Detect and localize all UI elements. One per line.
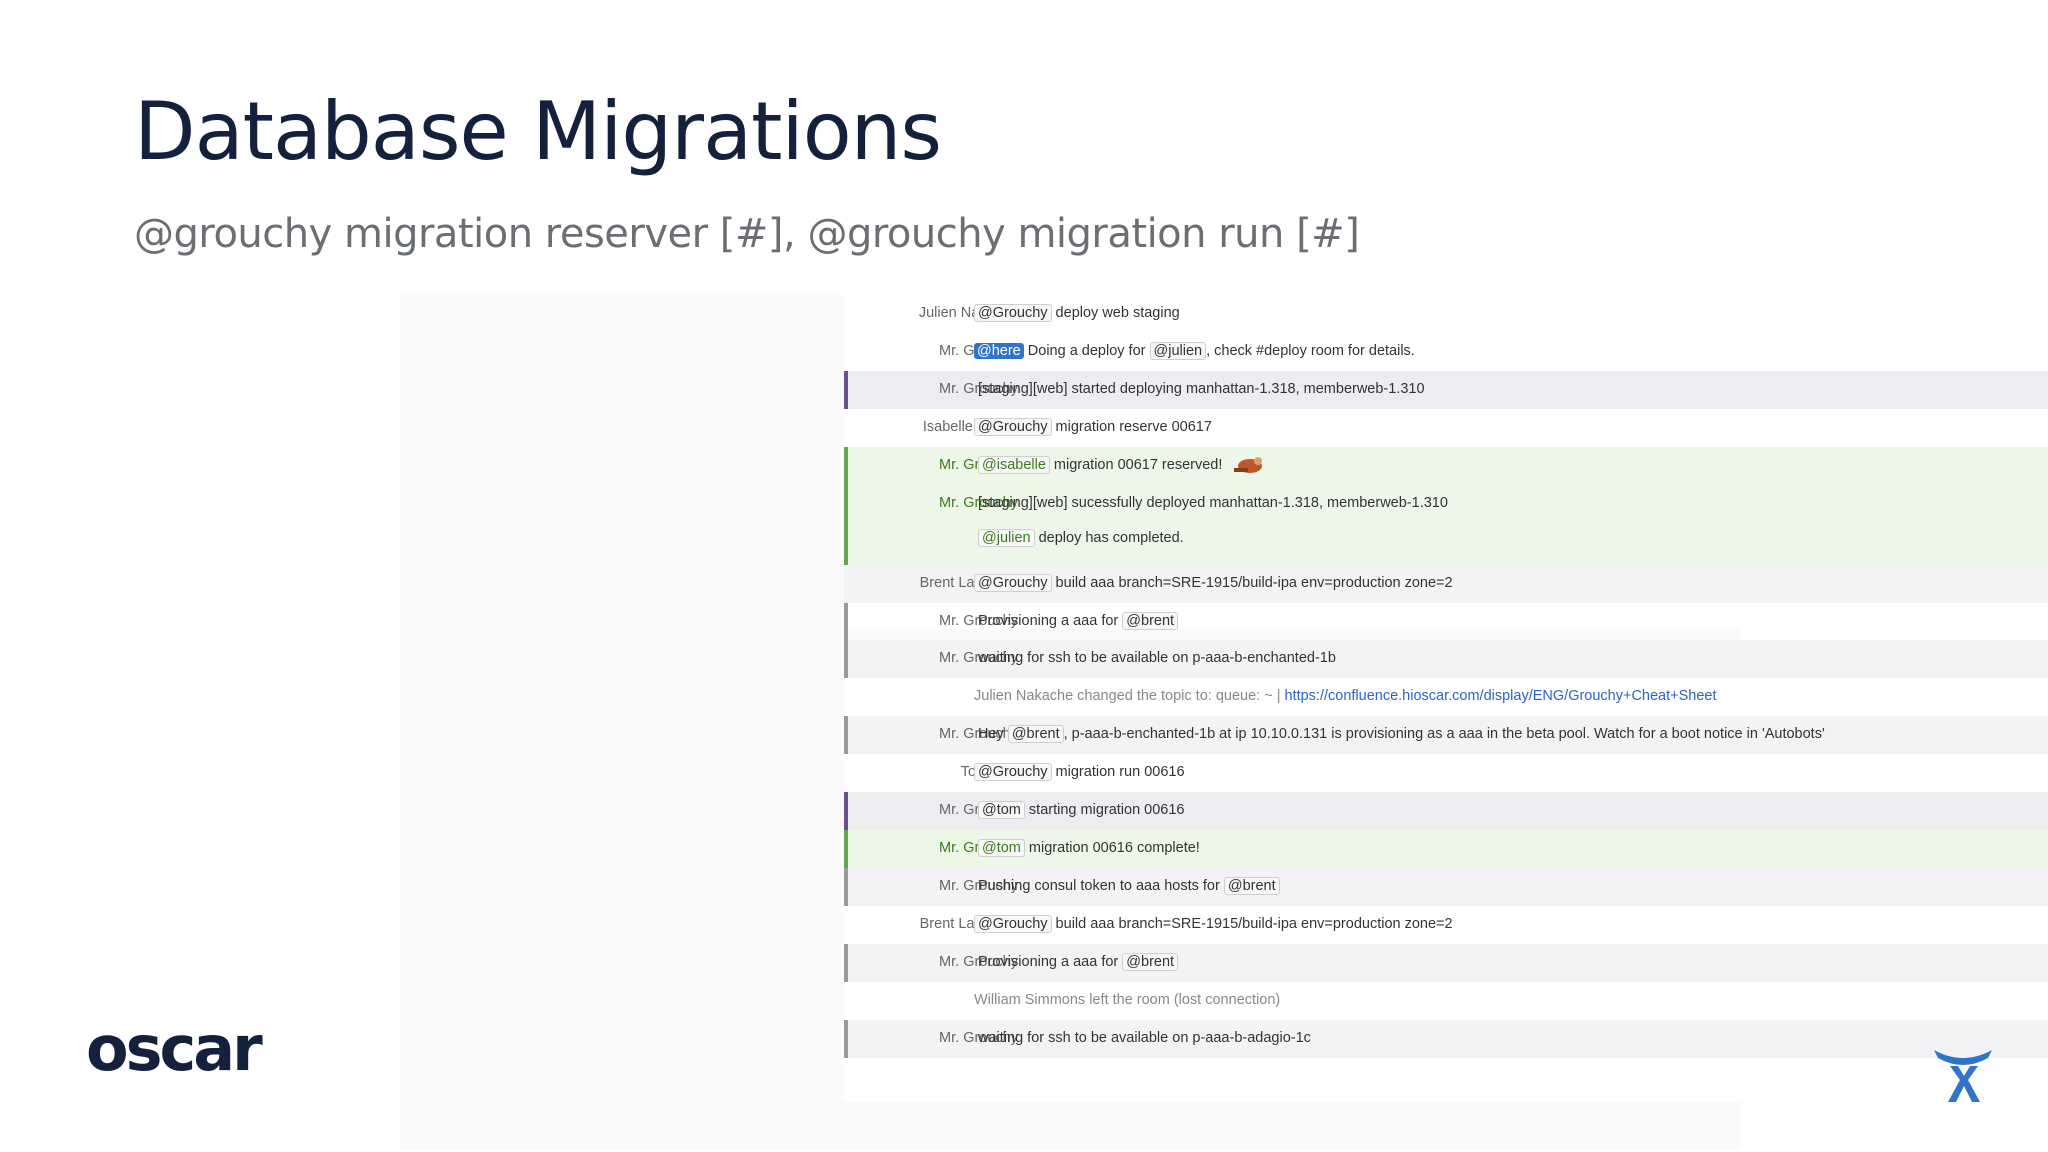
system-message-text: William Simmons left the room (lost conn… xyxy=(974,992,1281,1008)
message-body: waiting for ssh to be available on p-aaa… xyxy=(978,647,1336,669)
chat-message: Mr. Grouchy waiting for ssh to be availab… xyxy=(844,640,2048,678)
message-body: Provisioning a aaa for @brent xyxy=(978,951,1179,973)
atlassian-logo-icon xyxy=(1934,1050,1992,1102)
message-text: migration 00617 reserved! xyxy=(1049,457,1223,473)
oscar-logo: oscar xyxy=(86,1012,263,1085)
message-body: [staging][web] sucessfully deployed manh… xyxy=(978,492,1448,514)
message-text: , p-aaa-b-enchanted-1b at ip 10.10.0.131… xyxy=(1063,726,1825,742)
slide-subtitle: @grouchy migration reserver [#], @grouch… xyxy=(134,211,1360,257)
mention-tag[interactable]: @Grouchy xyxy=(974,915,1052,933)
message-body: @Grouchy migration reserve 00617 xyxy=(974,416,1212,438)
chat-message: Mr. Grouchy [staging][web] sucessfully de… xyxy=(844,485,2048,565)
message-body: Provisioning a aaa for @brent xyxy=(978,610,1179,632)
mention-tag[interactable]: @julien xyxy=(978,529,1035,547)
chat-message: Julien Nakache @Grouchy deploy web stagin… xyxy=(844,295,2048,333)
message-text: waiting for ssh to be available on p-aaa… xyxy=(978,650,1336,666)
message-body: @Grouchy build aaa branch=SRE-1915/build… xyxy=(974,913,1453,935)
chat-message: Mr. Grouchy waiting for ssh to be availab… xyxy=(844,1020,2048,1058)
message-body: waiting for ssh to be available on p-aaa… xyxy=(978,1027,1311,1049)
message-text: Pushing consul token to aaa hosts for xyxy=(978,878,1224,894)
mention-tag[interactable]: @brent xyxy=(1122,612,1179,630)
message-body: @here Doing a deploy for @julien, check … xyxy=(974,340,1415,362)
message-body: @Grouchy build aaa branch=SRE-1915/build… xyxy=(974,572,1453,594)
chat-message: Julien Nakache changed the topic to: que… xyxy=(844,678,2048,716)
message-text: deploy has completed. xyxy=(1034,530,1184,546)
message-body: [staging][web] started deploying manhatt… xyxy=(978,378,1425,400)
chat-message: Mr. Grouchy Pushing consul token to aaa h… xyxy=(844,868,2048,906)
message-body: Hey @brent, p-aaa-b-enchanted-1b at ip 1… xyxy=(978,723,1825,745)
message-text: migration 00616 complete! xyxy=(1024,840,1200,856)
chat-message: Mr. Grouchy [staging][web] started deploy… xyxy=(844,371,2048,409)
message-body: @tom starting migration 00616 xyxy=(978,799,1185,821)
mention-tag[interactable]: @Grouchy xyxy=(974,574,1052,592)
mention-tag[interactable]: @Grouchy xyxy=(974,304,1052,322)
message-text: Doing a deploy for xyxy=(1023,343,1150,359)
chat-message: Isabelle Pela... @Grouchy migration reser… xyxy=(844,409,2048,447)
message-body: Julien Nakache changed the topic to: que… xyxy=(974,685,1717,707)
mention-tag[interactable]: @brent xyxy=(1223,877,1280,895)
chat-message: Brent Langston @Grouchy build aaa branch=… xyxy=(844,906,2048,944)
chat-message: Mr. Grouchy@isabelle migration 00617 res… xyxy=(844,447,2048,485)
message-body: @tom migration 00616 complete! xyxy=(978,837,1200,859)
message-body: Pushing consul token to aaa hosts for @b… xyxy=(978,875,1280,897)
mention-tag[interactable]: @isabelle xyxy=(978,456,1050,474)
chat-message: Mr. Grouchy@tom starting migration 00616… xyxy=(844,792,2048,830)
mention-tag[interactable]: @brent xyxy=(1007,725,1064,743)
chat-message: Mr. Grouchy Provisioning a aaa for @brent… xyxy=(844,603,2048,641)
message-body: @Grouchy migration run 00616 xyxy=(974,761,1185,783)
message-text: [staging][web] sucessfully deployed manh… xyxy=(978,495,1448,511)
mention-tag[interactable]: @julien xyxy=(1149,342,1207,360)
chat-message: William Simmons left the room (lost conn… xyxy=(844,982,2048,1020)
message-body: @Grouchy deploy web staging xyxy=(974,302,1180,324)
chat-message: Mr. Grouchy Hey @brent, p-aaa-b-enchanted… xyxy=(844,716,2048,754)
message-text: waiting for ssh to be available on p-aaa… xyxy=(978,1030,1311,1046)
grouchy-emoji-icon xyxy=(1234,457,1263,474)
message-text: [staging][web] started deploying manhatt… xyxy=(978,381,1425,397)
message-text: build aaa branch=SRE-1915/build-ipa env=… xyxy=(1051,575,1453,591)
message-body: @isabelle migration 00617 reserved! xyxy=(978,454,1268,476)
message-text: deploy web staging xyxy=(1051,305,1180,321)
system-message-text: Julien Nakache changed the topic to: que… xyxy=(974,688,1285,704)
message-text: Provisioning a aaa for xyxy=(978,613,1123,629)
message-text: migration reserve 00617 xyxy=(1051,419,1212,435)
chat-message: Tom Kho@Grouchy migration run 006164:55 … xyxy=(844,754,2048,792)
message-text: , check #deploy room for details. xyxy=(1206,343,1415,359)
chat-screenshot: Julien Nakache @Grouchy deploy web stagin… xyxy=(400,295,2048,1150)
chat-message: Brent Langston @Grouchy build aaa branch=… xyxy=(844,565,2048,603)
mention-tag[interactable]: @Grouchy xyxy=(974,418,1052,436)
chat-message: Mr. Grouchy@tom migration 00616 complete… xyxy=(844,830,2048,868)
message-text: build aaa branch=SRE-1915/build-ipa env=… xyxy=(1051,916,1453,932)
mention-tag[interactable]: @tom xyxy=(978,839,1025,857)
chat-log-block-1: Julien Nakache @Grouchy deploy web stagin… xyxy=(844,295,2048,641)
slide-title: Database Migrations xyxy=(134,85,942,178)
message-text: Hey xyxy=(978,726,1008,742)
message-body-line-2: @julien deploy has completed. xyxy=(978,529,1184,547)
here-mention-badge: @here xyxy=(974,343,1024,359)
mention-tag[interactable]: @Grouchy xyxy=(974,763,1052,781)
topic-link[interactable]: https://confluence.hioscar.com/display/E… xyxy=(1285,688,1717,704)
chat-message: Mr. Grouchy@here Doing a deploy for @jul… xyxy=(844,333,2048,371)
message-text: starting migration 00616 xyxy=(1024,802,1185,818)
message-text: Provisioning a aaa for xyxy=(978,954,1123,970)
message-text: migration run 00616 xyxy=(1051,764,1185,780)
mention-tag[interactable]: @tom xyxy=(978,801,1025,819)
mention-tag[interactable]: @brent xyxy=(1122,953,1179,971)
chat-log-block-2: Mr. Grouchy waiting for ssh to be availab… xyxy=(844,640,2048,1102)
chat-message: Mr. Grouchy Provisioning a aaa for @brent… xyxy=(844,944,2048,982)
message-body: William Simmons left the room (lost conn… xyxy=(974,989,1280,1011)
